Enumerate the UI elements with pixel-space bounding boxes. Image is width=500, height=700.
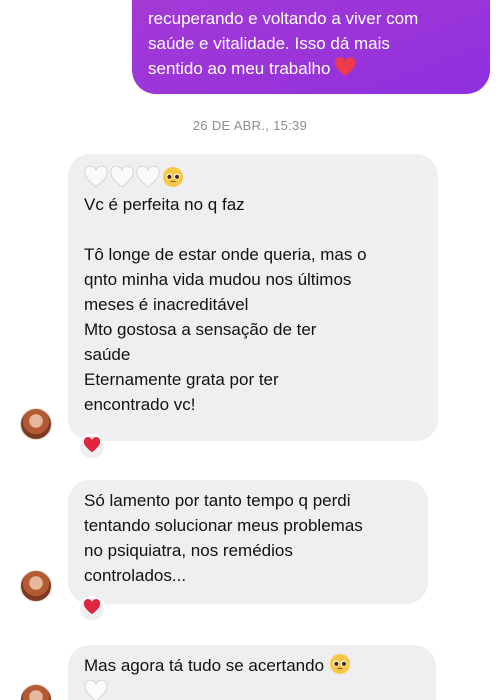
conversation-timestamp: 26 DE ABR., 15:39 — [192, 118, 308, 133]
reaction-badge[interactable] — [78, 434, 106, 460]
message-line: Só lamento por tanto tempo q perdi — [84, 491, 351, 510]
pleading-face-icon — [329, 653, 351, 675]
reaction-badge[interactable] — [78, 596, 106, 622]
red-heart-icon — [83, 598, 101, 620]
avatar[interactable] — [20, 570, 52, 602]
avatar[interactable] — [20, 408, 52, 440]
red-heart-icon — [83, 436, 101, 458]
message-line: Eternamente grata por ter — [84, 370, 279, 389]
received-message-bubble[interactable]: Vc é perfeita no q faz Tô longe de estar… — [68, 154, 438, 441]
message-line: Vc é perfeita no q faz — [84, 195, 245, 214]
sent-message-line: saúde e vitalidade. Isso dá mais — [148, 34, 390, 53]
sent-message-bubble[interactable]: recuperando e voltando a viver com saúde… — [132, 0, 490, 94]
white-heart-icon — [136, 165, 160, 188]
message-line: meses é inacreditável — [84, 295, 249, 314]
pleading-face-icon — [162, 166, 184, 188]
sent-message-line: sentido ao meu trabalho — [148, 56, 468, 84]
message-line: tentando solucionar meus problemas — [84, 516, 363, 535]
message-line: controlados... — [84, 566, 187, 585]
message-line: saúde — [84, 345, 131, 364]
white-heart-icon — [84, 165, 108, 188]
red-heart-icon — [334, 57, 356, 84]
received-message-bubble[interactable]: Mas agora tá tudo se acertando — [68, 645, 436, 700]
sent-message-line: recuperando e voltando a viver com — [148, 9, 419, 28]
message-line: Mto gostosa a sensação de ter — [84, 320, 317, 339]
white-heart-icon — [110, 165, 134, 188]
avatar[interactable] — [20, 684, 52, 700]
message-line: Mas agora tá tudo se acertando — [84, 653, 420, 678]
message-line: qnto minha vida mudou nos últimos — [84, 270, 352, 289]
message-line: encontrado vc! — [84, 395, 196, 414]
message-line: no psiquiatra, nos remédios — [84, 541, 293, 560]
message-line: Tô longe de estar onde queria, mas o — [84, 245, 367, 264]
received-message-bubble[interactable]: Só lamento por tanto tempo q perdi tenta… — [68, 480, 428, 604]
white-heart-icon — [84, 679, 108, 700]
emoji-row — [84, 164, 422, 190]
